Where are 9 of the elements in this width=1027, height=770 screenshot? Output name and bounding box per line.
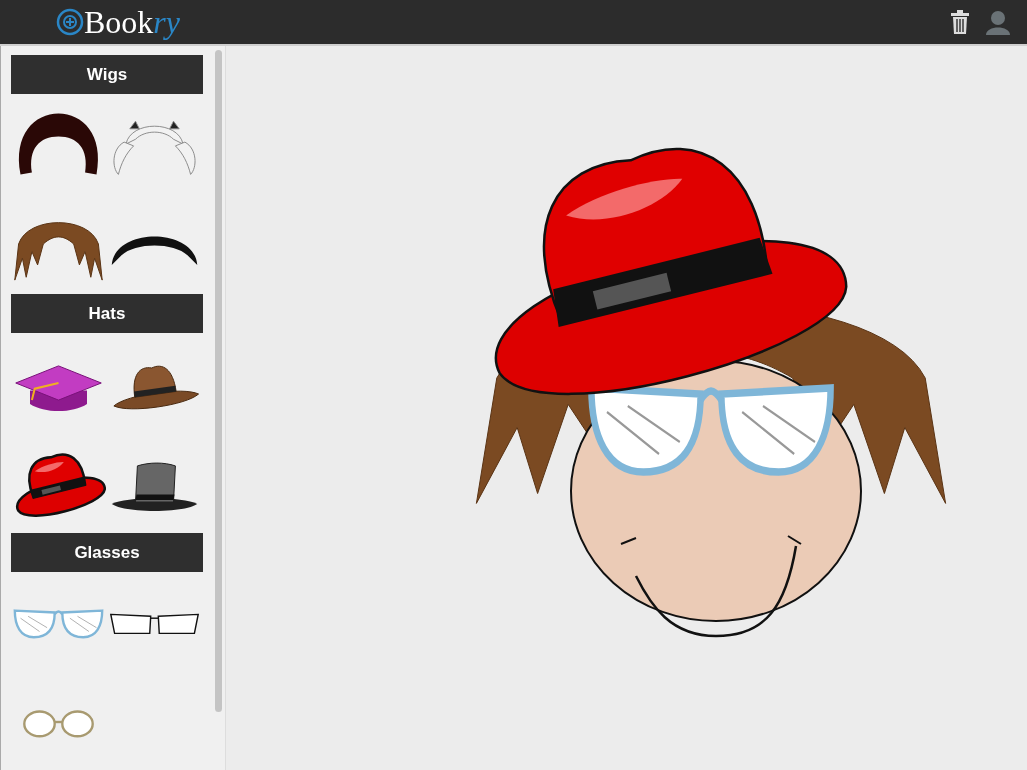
section-header: Hats xyxy=(11,294,203,333)
logo-text[interactable]: Bookry xyxy=(84,6,180,38)
section-header: Wigs xyxy=(11,55,203,94)
user-icon[interactable] xyxy=(985,9,1011,35)
scrollbar[interactable] xyxy=(215,50,222,712)
character-drawing[interactable] xyxy=(475,147,947,638)
logo-icon xyxy=(56,8,84,36)
trash-icon[interactable] xyxy=(951,10,969,34)
section-header: Glasses xyxy=(11,533,203,572)
